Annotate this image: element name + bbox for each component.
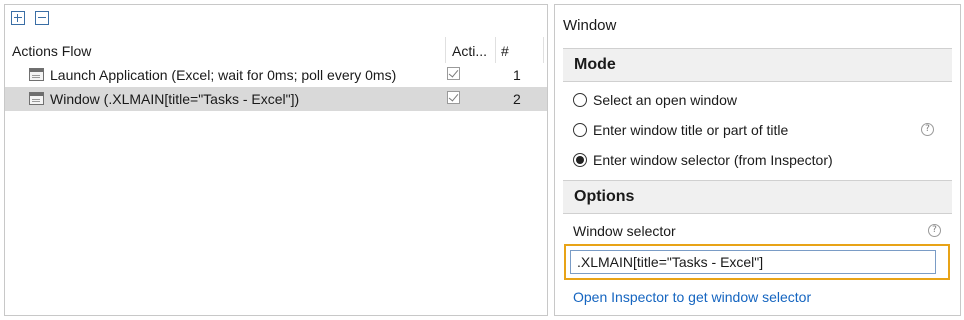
help-icon[interactable]: ? <box>928 224 941 237</box>
window-properties-panel: Window Mode Select an open window Enter … <box>554 4 961 316</box>
section-title: Mode <box>574 56 616 73</box>
panel-title: Window <box>563 17 617 34</box>
section-title: Options <box>574 188 635 205</box>
window-selector-label: Window selector <box>573 223 676 239</box>
collapse-all-icon[interactable] <box>35 11 49 25</box>
column-divider[interactable] <box>495 37 496 63</box>
expand-all-icon[interactable] <box>11 11 25 25</box>
radio-label: Enter window title or part of title <box>593 122 789 138</box>
radio-button[interactable] <box>573 93 587 107</box>
action-enabled-checkbox[interactable] <box>447 91 460 104</box>
actions-grid: Actions Flow Acti... # Launch Applicatio… <box>5 37 547 111</box>
window-selector-input[interactable] <box>570 250 936 274</box>
window-icon <box>29 92 44 105</box>
open-inspector-link[interactable]: Open Inspector to get window selector <box>573 289 811 305</box>
help-icon[interactable]: ? <box>921 123 934 136</box>
options-section-header: Options <box>563 180 952 214</box>
radio-label: Enter window selector (from Inspector) <box>593 152 833 168</box>
column-header-active[interactable]: Acti... <box>452 43 487 59</box>
radio-label: Select an open window <box>593 92 737 108</box>
actions-flow-panel: Actions Flow Acti... # Launch Applicatio… <box>4 4 548 316</box>
action-enabled-checkbox[interactable] <box>447 67 460 80</box>
mode-section-header: Mode <box>563 48 952 82</box>
radio-button[interactable] <box>573 123 587 137</box>
flow-toolbar <box>11 11 49 27</box>
radio-button[interactable] <box>573 153 587 167</box>
action-label: Launch Application (Excel; wait for 0ms;… <box>50 67 397 83</box>
column-header-number[interactable]: # <box>501 43 509 59</box>
action-row-window[interactable]: Window (.XLMAIN[title="Tasks - Excel"]) … <box>5 87 547 111</box>
column-divider[interactable] <box>543 37 544 63</box>
action-number: 1 <box>513 67 521 83</box>
column-divider[interactable] <box>445 37 446 63</box>
action-label: Window (.XLMAIN[title="Tasks - Excel"]) <box>50 91 300 107</box>
radio-enter-window-selector[interactable]: Enter window selector (from Inspector) <box>573 150 833 170</box>
grid-header: Actions Flow Acti... # <box>5 37 547 63</box>
action-number: 2 <box>513 91 521 107</box>
radio-enter-window-title[interactable]: Enter window title or part of title <box>573 120 788 140</box>
column-header-actions-flow[interactable]: Actions Flow <box>12 43 91 59</box>
radio-select-open-window[interactable]: Select an open window <box>573 90 737 110</box>
window-icon <box>29 68 44 81</box>
window-selector-highlight <box>564 244 950 280</box>
action-row-launch-application[interactable]: Launch Application (Excel; wait for 0ms;… <box>5 63 547 87</box>
